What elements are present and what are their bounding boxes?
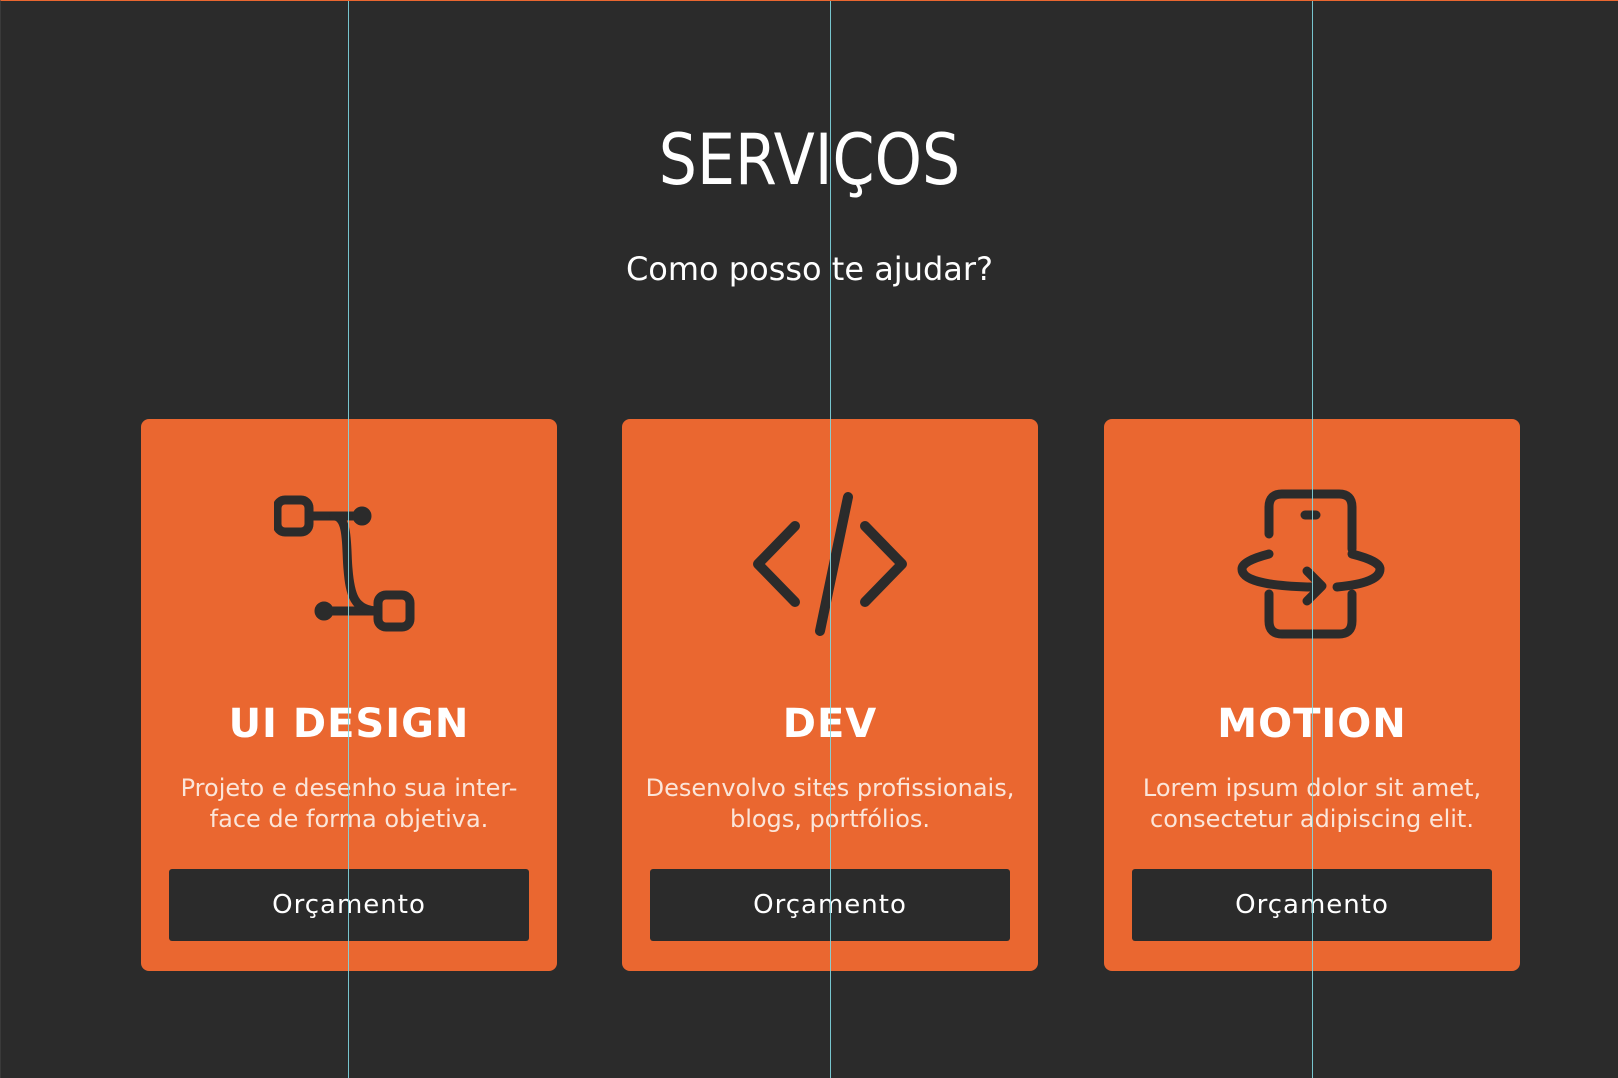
page-subtitle: Como posso te ajudar? — [625, 250, 994, 288]
service-card-ui-design: UI DESIGN Projeto e desenho sua inter-fa… — [141, 419, 557, 971]
card-description: Desenvolvo sites profissionais, blogs, p… — [645, 774, 1015, 833]
card-title: MOTION — [1217, 701, 1407, 747]
services-section: SERVIÇOS Como posso te ajudar? UI DESIGN… — [0, 0, 1618, 1078]
quote-button[interactable]: Orçamento — [1132, 869, 1492, 941]
card-description: Projeto e desenho sua inter-face de form… — [180, 774, 518, 833]
service-card-motion: MOTION Lorem ipsum dolor sit amet, conse… — [1104, 419, 1520, 971]
phone-rotate-icon — [1104, 489, 1520, 639]
quote-button[interactable]: Orçamento — [169, 869, 529, 941]
card-description: Lorem ipsum dolor sit amet, consectetur … — [1142, 774, 1482, 833]
card-title: DEV — [782, 701, 878, 747]
bezier-curve-icon — [141, 489, 557, 639]
service-card-dev: DEV Desenvolvo sites profissionais, blog… — [622, 419, 1038, 971]
code-icon — [622, 489, 1038, 639]
card-title: UI DESIGN — [228, 701, 470, 747]
page-title: SERVIÇOS — [658, 119, 961, 201]
quote-button[interactable]: Orçamento — [650, 869, 1010, 941]
